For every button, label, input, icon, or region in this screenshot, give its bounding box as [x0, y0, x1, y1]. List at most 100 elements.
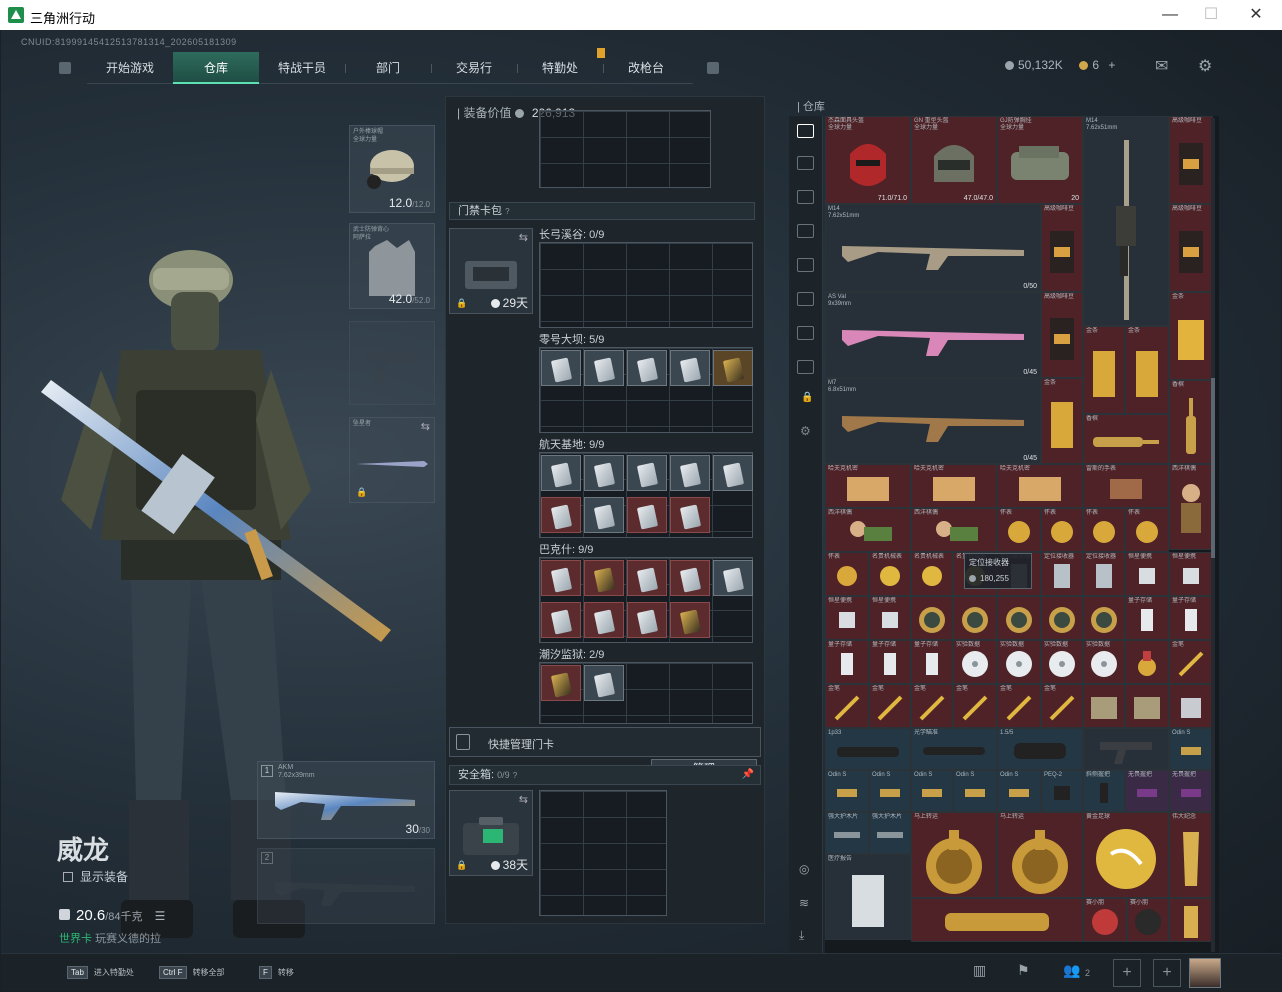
keycard[interactable] [670, 350, 710, 386]
add-gold-button[interactable]: + [1108, 58, 1115, 72]
sort-icon[interactable]: ◎ [799, 862, 809, 876]
tab-gunsmith[interactable]: 改枪台 [603, 52, 689, 84]
circuit-board-item[interactable] [1083, 684, 1125, 728]
safe-box-grid[interactable] [539, 790, 667, 916]
coffee-bag-item[interactable]: 高级咖啡豆 [1169, 116, 1213, 204]
stash-tab-icon[interactable] [797, 292, 814, 306]
scope-1-5-item[interactable]: 1.5/5 [997, 728, 1083, 770]
keycard[interactable] [541, 455, 581, 491]
tab-warehouse[interactable]: 仓库 [173, 52, 259, 84]
as-val-rifle-item[interactable]: AS Val 9x39mm 0/45 [825, 292, 1041, 378]
keycard[interactable] [627, 350, 667, 386]
mask-helmet-item[interactable]: 杰森面具头盔 全球力量 71.0/71.0 [825, 116, 911, 204]
hotkey-f[interactable]: F 转移 [259, 966, 294, 979]
round-container-item[interactable] [1041, 596, 1083, 640]
coffee-bag-item[interactable]: 高级咖啡豆 [1041, 204, 1083, 292]
fearless-grip-item[interactable]: 无畏握把 [1169, 770, 1213, 812]
champagne-item[interactable]: 香槟 [1083, 414, 1169, 464]
mail-icon[interactable]: ✉ [1155, 56, 1168, 76]
keycard[interactable] [713, 455, 753, 491]
keycard[interactable] [541, 497, 581, 533]
coffee-bag-item[interactable]: 高级咖啡豆 [1041, 292, 1083, 378]
swap-icon[interactable]: ⇆ [519, 793, 528, 806]
keycard[interactable] [541, 560, 581, 596]
keycard[interactable] [627, 560, 667, 596]
hotkey-ctrl-f[interactable]: Ctrl F 转移全部 [159, 966, 225, 979]
keycard-grid-changgong[interactable] [539, 242, 753, 328]
pin-icon[interactable]: 📌 [742, 766, 754, 784]
warehouse-home-icon[interactable] [797, 124, 814, 138]
star-portable-item[interactable]: 恒星便携 [1125, 552, 1169, 596]
luxury-watch-item[interactable]: 名贵机械表 [869, 552, 911, 596]
odin-s-item[interactable]: Odin S [825, 770, 869, 812]
keycard[interactable] [713, 560, 753, 596]
secret-document-item[interactable]: 哈夫克机密 [997, 464, 1083, 508]
melee-slot[interactable]: 坠星者 ⇆ 🔒 [349, 417, 435, 503]
secret-document-item[interactable]: 哈夫克机密 [911, 464, 997, 508]
quantum-storage-item[interactable]: 量子存储 [1169, 596, 1213, 640]
stash-tab-icon[interactable] [797, 156, 814, 170]
stash-tab-icon[interactable] [797, 258, 814, 272]
fearless-grip-item[interactable]: 无畏握把 [1125, 770, 1169, 812]
scope-1p33-item[interactable]: 1p33 [825, 728, 911, 770]
tab-special-service[interactable]: 特勤处 [517, 52, 603, 84]
quantum-storage-item[interactable]: 量子存储 [1125, 596, 1169, 640]
data-disc-item[interactable]: 实验数据 [953, 640, 997, 684]
keycard-pack-slot[interactable]: ⇆ 🔒 29天 [449, 228, 533, 314]
pocket-watch-item[interactable]: 怀表 [1041, 508, 1083, 552]
nav-next-icon[interactable] [707, 62, 719, 74]
add-teammate-button[interactable]: + [1153, 959, 1181, 987]
handguard-item[interactable]: 强大护木片 [869, 812, 911, 854]
quantum-storage-item[interactable]: 量子存储 [825, 640, 869, 684]
medal-item[interactable] [1125, 640, 1169, 684]
medical-report-item[interactable]: 医疗报告 [825, 854, 911, 940]
stats-chart-icon[interactable]: ▥ [973, 962, 986, 979]
keycard[interactable] [584, 455, 624, 491]
gold-bar-item[interactable]: 金条 [1125, 326, 1169, 414]
pocket-watch-item[interactable]: 怀表 [825, 552, 869, 596]
pocket-watch-item[interactable]: 怀表 [1083, 508, 1125, 552]
angled-grip-item[interactable]: 斜侧握把 [1083, 770, 1125, 812]
keycard[interactable] [584, 497, 624, 533]
round-container-item[interactable] [1083, 596, 1125, 640]
stash-tab-icon[interactable] [797, 224, 814, 238]
swap-icon[interactable]: ⇆ [421, 420, 430, 433]
odin-s-item[interactable]: Odin S [911, 770, 953, 812]
keycard[interactable] [584, 665, 624, 701]
data-disc-item[interactable]: 实验数据 [1041, 640, 1083, 684]
round-container-item[interactable] [953, 596, 997, 640]
golden-pen-item[interactable]: 金笔 [953, 684, 997, 728]
star-portable-item[interactable]: 恒星便携 [825, 596, 869, 640]
layers-icon[interactable]: ≋ [799, 896, 809, 910]
warehouse-grid[interactable]: 杰森面具头盔 全球力量 71.0/71.0 GN 重型头盔 全球力量 47.0/47.0… [825, 116, 1219, 954]
trophy-item[interactable] [1169, 898, 1213, 942]
gear-icon[interactable]: ⚙ [800, 424, 811, 438]
armor-slot[interactable]: 武士防弹背心 阿萨拉 42.0/52.0 [349, 223, 435, 309]
weight-list-icon[interactable]: ☰ [155, 909, 166, 923]
golden-pen-item[interactable]: 金笔 [825, 684, 869, 728]
stash-tab-icon[interactable] [797, 190, 814, 204]
m7-rifle-item[interactable]: M7 6.8x51mm 0/45 [825, 378, 1041, 464]
handguard-item[interactable]: 强大护木片 [825, 812, 869, 854]
secondary-weapon-slot[interactable]: 2 [257, 848, 435, 924]
round-container-item[interactable] [997, 596, 1041, 640]
hotkey-tab[interactable]: Tab 进入特勤处 [67, 966, 134, 979]
figurine-item[interactable]: 西洋棋偶 [825, 508, 911, 552]
star-portable-item[interactable]: 恒星便携 [1169, 552, 1213, 596]
heavy-helmet-item[interactable]: GN 重型头盔 全球力量 47.0/47.0 [911, 116, 997, 204]
gold-bar-item[interactable]: 金条 [1169, 292, 1213, 380]
keycard[interactable] [670, 602, 710, 638]
tab-trade[interactable]: 交易行 [431, 52, 517, 84]
backpack-grid[interactable] [539, 110, 711, 188]
pistol-slot[interactable] [349, 321, 435, 405]
keycard[interactable] [670, 455, 710, 491]
stash-tab-icon[interactable] [797, 326, 814, 340]
cpu-item[interactable] [1169, 684, 1213, 728]
primary-weapon-slot[interactable]: 1 AKM 7.62x39mm 30/30 [257, 761, 435, 839]
quantum-storage-item[interactable]: 量子存储 [911, 640, 953, 684]
locator-receiver-item[interactable]: 定位接收器 [1041, 552, 1083, 596]
peq2-item[interactable]: PEQ-2 [1041, 770, 1083, 812]
chest-rig-item[interactable]: GJ防弹胸挂 全球力量 20 [997, 116, 1083, 204]
stock-item[interactable] [1083, 728, 1169, 770]
player-avatar[interactable] [1189, 958, 1221, 988]
